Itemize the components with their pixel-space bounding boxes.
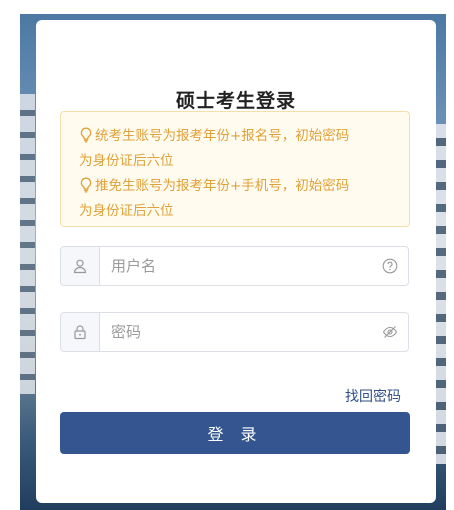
- username-input[interactable]: [111, 247, 371, 285]
- eye-off-icon[interactable]: [382, 324, 398, 340]
- login-button[interactable]: 登 录: [60, 412, 410, 454]
- password-input[interactable]: [111, 313, 371, 351]
- user-icon: [61, 247, 100, 285]
- notice-line-1: 统考生账号为报考年份+报名号，初始密码: [79, 124, 399, 149]
- login-card: 硕士考生登录 统考生账号为报考年份+报名号，初始密码 为身份证后六位 推免生账号…: [36, 20, 436, 503]
- notice-line-3: 推免生账号为报考年份+手机号，初始密码: [79, 174, 399, 199]
- notice-line-2: 为身份证后六位: [79, 153, 174, 169]
- notice-line-4: 为身份证后六位: [79, 203, 174, 219]
- page-title: 硕士考生登录: [175, 90, 296, 112]
- notice-text: 统考生账号为报考年份+报名号，初始密码: [95, 128, 350, 144]
- login-notice: 统考生账号为报考年份+报名号，初始密码 为身份证后六位 推免生账号为报考年份+手…: [60, 111, 410, 227]
- notice-text: 推免生账号为报考年份+手机号，初始密码: [95, 178, 350, 194]
- lightbulb-icon: [79, 177, 93, 193]
- forgot-password-link[interactable]: 找回密码: [345, 386, 401, 406]
- username-field: [60, 246, 409, 286]
- lock-icon: [61, 313, 100, 351]
- lightbulb-icon: [79, 127, 93, 143]
- help-circle-icon[interactable]: [382, 258, 398, 274]
- background-building-left: [20, 94, 35, 394]
- password-field: [60, 312, 409, 352]
